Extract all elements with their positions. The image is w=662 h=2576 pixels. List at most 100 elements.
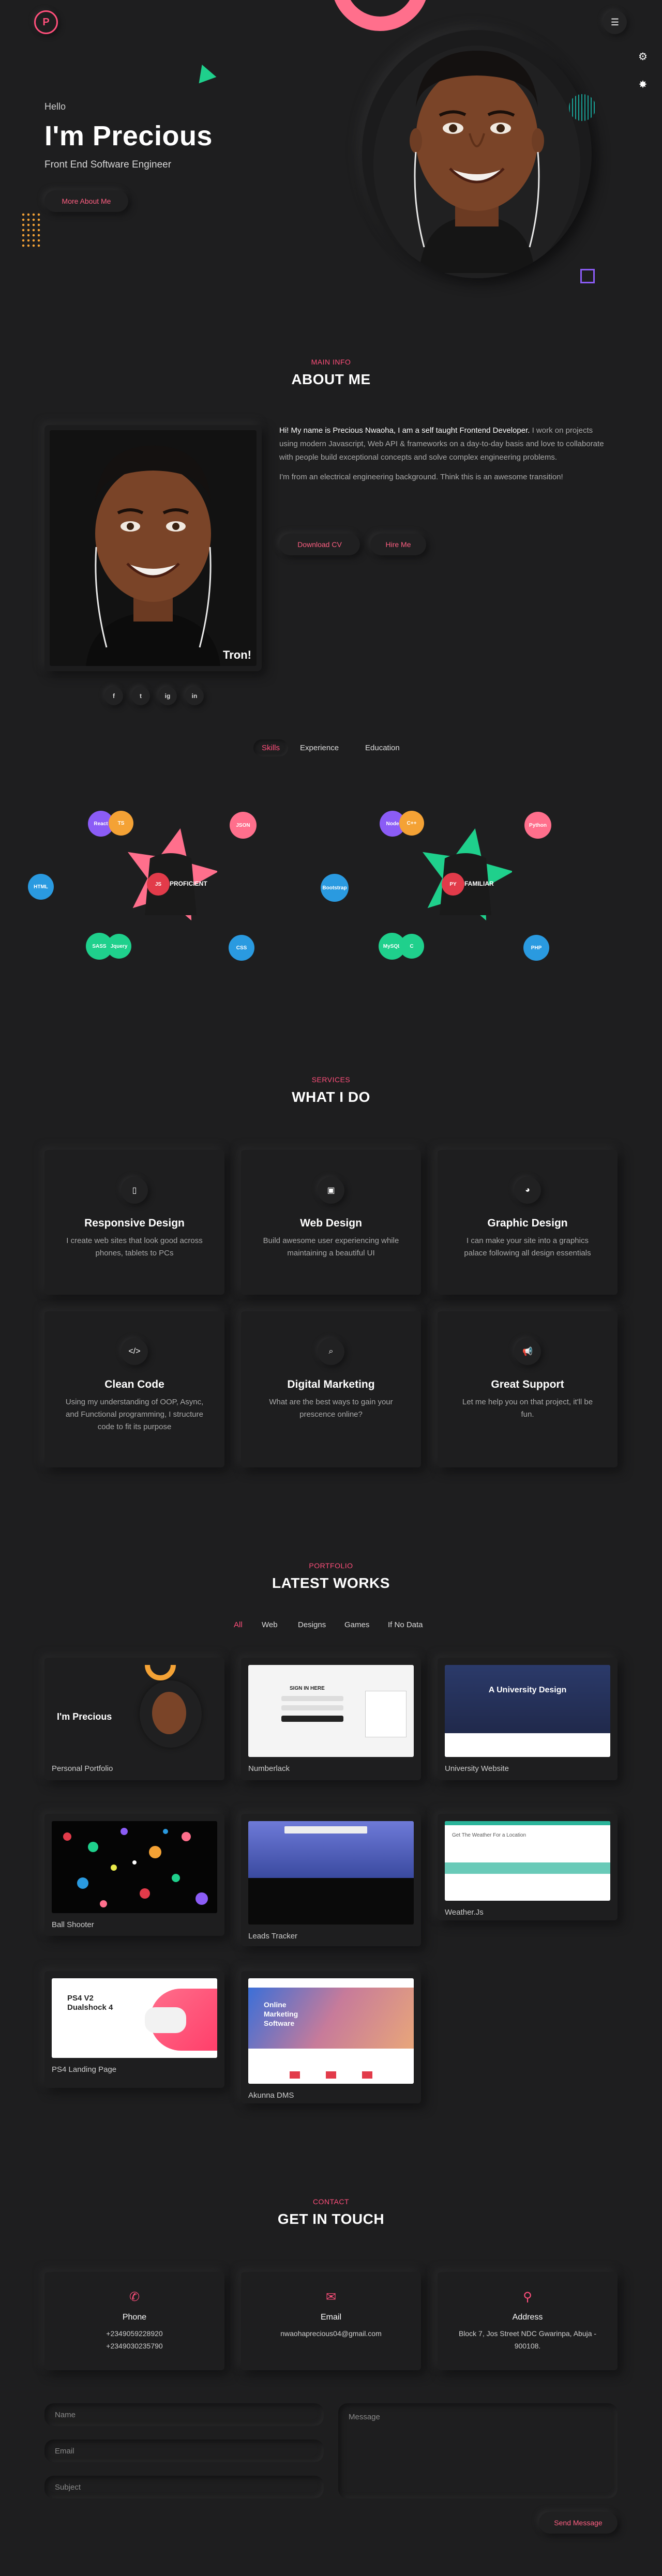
- work-card[interactable]: I'm Precious Personal Portfolio: [44, 1658, 224, 1780]
- theme-toggle-icon[interactable]: ✸: [636, 78, 650, 91]
- filter-web[interactable]: Web: [257, 1617, 283, 1632]
- thumb-title: SIGN IN HERE: [290, 1686, 325, 1691]
- megaphone-icon: 📢: [514, 1338, 541, 1365]
- skill-bubble: JSON: [230, 812, 257, 839]
- work-label: Numberlack: [248, 1764, 290, 1773]
- linkedin-icon[interactable]: in: [185, 687, 204, 705]
- about-text: Hi! My name is Precious Nwaoha, I am a s…: [279, 424, 605, 484]
- service-desc: I can make your site into a graphics pal…: [464, 1236, 591, 1257]
- contact-line[interactable]: +2349059228920: [44, 2327, 224, 2340]
- work-label: Personal Portfolio: [52, 1764, 113, 1773]
- work-card[interactable]: Ball Shooter: [44, 1814, 224, 1936]
- work-label: PS4 Landing Page: [52, 2065, 117, 2074]
- skill-bubble: Python: [524, 812, 551, 839]
- decorative-square: [580, 269, 595, 283]
- work-label: Ball Shooter: [52, 1920, 94, 1929]
- skill-bubble: HTML: [28, 874, 54, 900]
- tab-experience[interactable]: Experience: [292, 739, 347, 756]
- filter-designs[interactable]: Designs: [293, 1617, 331, 1632]
- about-kicker: MAIN INFO: [311, 358, 351, 366]
- service-desc: Build awesome user experiencing while ma…: [263, 1236, 399, 1257]
- tab-skills[interactable]: Skills: [253, 739, 288, 756]
- service-card[interactable]: ▣ Web Design Build awesome user experien…: [241, 1150, 421, 1295]
- message-textarea[interactable]: [338, 2403, 618, 2498]
- download-cv-button[interactable]: Download CV: [279, 534, 360, 555]
- work-card[interactable]: SIGN IN HERE Numberlack: [241, 1658, 421, 1780]
- filter-games[interactable]: Games: [339, 1617, 374, 1632]
- service-card[interactable]: 📢 Great Support Let me help you on that …: [438, 1311, 618, 1467]
- facebook-icon[interactable]: f: [104, 687, 123, 705]
- skills-familiar-cluster: PY FAMILIAR Node C++ Python Bootstrap My…: [315, 796, 605, 982]
- hero-name: I'm Precious: [44, 120, 213, 151]
- work-label: Weather.Js: [445, 1908, 484, 1917]
- contact-card-title: Email: [320, 2313, 341, 2322]
- work-card[interactable]: Get The Weather For a Location Weather.J…: [438, 1814, 618, 1920]
- work-thumbnail: Online Marketing Software: [248, 1978, 414, 2084]
- logo[interactable]: P: [34, 10, 58, 34]
- work-card[interactable]: A University Design University Website: [438, 1658, 618, 1780]
- cluster-label: FAMILIAR: [464, 880, 494, 887]
- service-desc: I create web sites that look good across…: [66, 1236, 203, 1257]
- service-desc: Let me help you on that project, it'll b…: [462, 1398, 593, 1419]
- hire-me-button[interactable]: Hire Me: [370, 534, 426, 555]
- filter-no-data[interactable]: If No Data: [383, 1617, 428, 1632]
- search-icon: ⌕: [318, 1338, 344, 1365]
- location-pin-icon: ⚲: [523, 2290, 532, 2304]
- skill-bubble: C++: [399, 811, 424, 836]
- decorative-triangle: [193, 61, 217, 84]
- contact-card-address: ⚲ Address Block 7, Jos Street NDC Gwarin…: [438, 2272, 618, 2370]
- work-thumbnail: [248, 1821, 414, 1925]
- work-card[interactable]: Online Marketing Software Akunna DMS: [241, 1971, 421, 2103]
- contact-line[interactable]: +2349030235790: [44, 2340, 224, 2352]
- work-thumbnail: SIGN IN HERE: [248, 1665, 414, 1757]
- service-card[interactable]: ▯ Responsive Design I create web sites t…: [44, 1150, 224, 1295]
- service-title: Great Support: [491, 1378, 564, 1390]
- service-card[interactable]: ⌕ Digital Marketing What are the best wa…: [241, 1311, 421, 1467]
- service-title: Responsive Design: [84, 1217, 185, 1229]
- contact-line: Block 7, Jos Street NDC Gwarinpa, Abuja …: [458, 2329, 597, 2350]
- contact-card-title: Phone: [122, 2313, 147, 2322]
- portfolio-kicker: PORTFOLIO: [309, 1562, 353, 1570]
- skill-bubble: PHP: [523, 935, 549, 961]
- work-thumbnail: PS4 V2 Dualshock 4: [52, 1978, 217, 2058]
- work-label: Akunna DMS: [248, 2091, 294, 2100]
- about-title: ABOUT ME: [291, 371, 371, 387]
- settings-gear-icon[interactable]: ⚙: [636, 50, 650, 63]
- thumb-title: Online Marketing Software: [264, 2001, 298, 2027]
- email-input[interactable]: [44, 2439, 324, 2462]
- service-desc: Using my understanding of OOP, Async, an…: [65, 1398, 204, 1431]
- contact-kicker: CONTACT: [312, 2198, 350, 2206]
- subject-input[interactable]: [44, 2476, 324, 2498]
- name-input[interactable]: [44, 2403, 324, 2426]
- tab-education[interactable]: Education: [357, 739, 408, 756]
- send-message-button[interactable]: Send Message: [539, 2512, 618, 2534]
- skill-badge: PY: [442, 873, 464, 896]
- services-title: WHAT I DO: [292, 1089, 370, 1105]
- palette-icon: ◕: [514, 1177, 541, 1204]
- more-about-me-button[interactable]: More About Me: [44, 190, 128, 212]
- work-thumbnail: [52, 1821, 217, 1913]
- work-card[interactable]: PS4 V2 Dualshock 4 PS4 Landing Page: [44, 1971, 224, 2088]
- about-para2: I'm from an electrical engineering backg…: [279, 473, 563, 481]
- service-card[interactable]: ◕ Graphic Design I can make your site in…: [438, 1150, 618, 1295]
- contact-line[interactable]: nwaohaprecious04@gmail.com: [241, 2327, 421, 2340]
- decorative-ring: [331, 0, 429, 31]
- skill-badge: JS: [147, 873, 170, 896]
- filter-all[interactable]: All: [229, 1617, 248, 1632]
- work-card[interactable]: Leads Tracker: [241, 1814, 421, 1946]
- menu-button[interactable]: ☰: [603, 10, 627, 34]
- contact-card-email: ✉ Email nwaohaprecious04@gmail.com: [241, 2272, 421, 2370]
- mobile-icon: ▯: [121, 1177, 148, 1204]
- service-title: Web Design: [300, 1217, 362, 1229]
- thumb-title: I'm Precious: [57, 1711, 112, 1722]
- skill-bubble: Jquery: [107, 934, 131, 959]
- decorative-stripes: [569, 94, 596, 121]
- instagram-icon[interactable]: ig: [158, 687, 177, 705]
- work-thumbnail: I'm Precious: [52, 1665, 217, 1757]
- twitter-icon[interactable]: t: [131, 687, 150, 705]
- contact-title: GET IN TOUCH: [277, 2211, 385, 2227]
- service-title: Digital Marketing: [287, 1378, 375, 1390]
- service-card[interactable]: </> Clean Code Using my understanding of…: [44, 1311, 224, 1467]
- thumb-title: A University Design: [488, 1686, 567, 1694]
- code-icon: </>: [121, 1338, 148, 1365]
